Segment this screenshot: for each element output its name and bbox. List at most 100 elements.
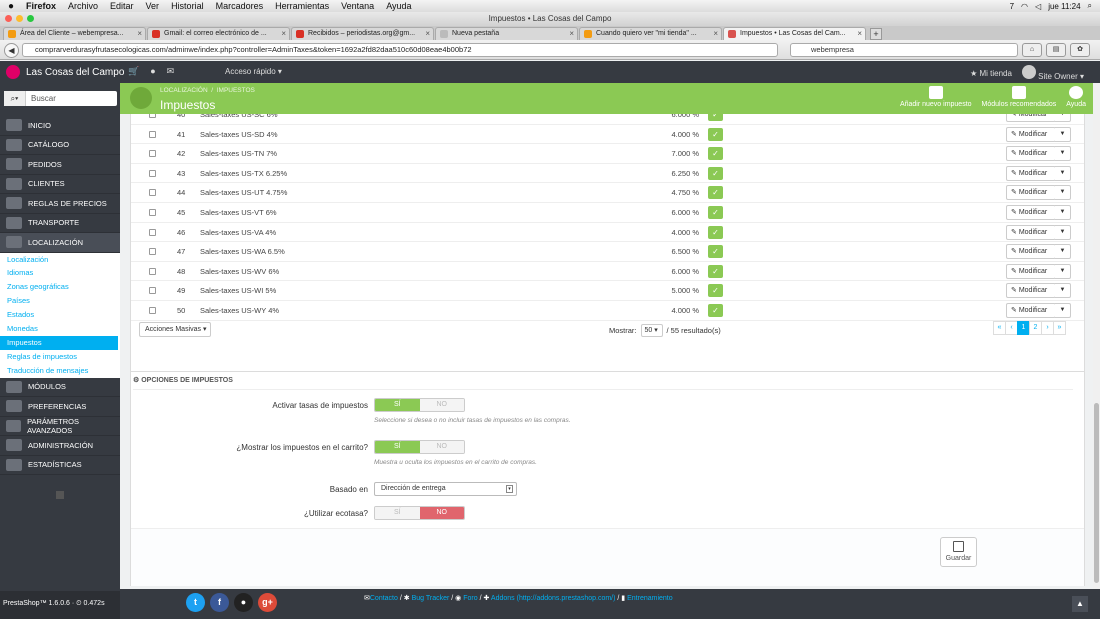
- menu-ver[interactable]: Ver: [146, 1, 160, 11]
- modify-button[interactable]: ✎ Modificar: [1006, 146, 1056, 162]
- sidebar-item[interactable]: REGLAS DE PRECIOS: [0, 194, 120, 214]
- submenu-item[interactable]: Localización: [0, 253, 120, 267]
- display-tax-switch[interactable]: SÍ NO: [374, 440, 465, 454]
- facebook-icon[interactable]: f: [210, 593, 229, 612]
- enabled-check-icon[interactable]: ✓: [708, 147, 723, 161]
- enabled-check-icon[interactable]: ✓: [708, 114, 723, 121]
- per-page-select[interactable]: 50 ▾: [640, 324, 663, 337]
- mail-icon[interactable]: ✉: [167, 66, 175, 77]
- row-checkbox[interactable]: [149, 287, 156, 295]
- enabled-check-icon[interactable]: ✓: [708, 264, 723, 278]
- browser-tab[interactable]: Área del Cliente – webempresa... ×: [3, 27, 146, 40]
- sidebar-item[interactable]: PARÁMETROS AVANZADOS: [0, 417, 120, 437]
- close-window-icon[interactable]: [5, 15, 12, 22]
- bulk-actions-button[interactable]: Acciones Masivas ▾: [139, 322, 211, 337]
- zoom-window-icon[interactable]: [27, 15, 34, 22]
- close-tab-icon[interactable]: ×: [137, 28, 142, 40]
- sidebar-item[interactable]: INICIO: [0, 116, 120, 136]
- row-checkbox[interactable]: [149, 209, 156, 216]
- apple-icon[interactable]: ●: [8, 1, 18, 12]
- row-actions-dropdown[interactable]: ▼: [1055, 224, 1071, 240]
- bug-tracker-link[interactable]: Bug Tracker: [412, 595, 450, 602]
- submenu-item[interactable]: Traducción de mensajes: [0, 364, 120, 378]
- search-icon[interactable]: ⌕▾: [4, 91, 26, 106]
- sidebar-item[interactable]: TRANSPORTE: [0, 214, 120, 233]
- row-actions-dropdown[interactable]: ▼: [1055, 114, 1071, 122]
- enabled-check-icon[interactable]: ✓: [708, 127, 723, 141]
- row-actions-dropdown[interactable]: ▼: [1055, 146, 1071, 162]
- my-shop-link[interactable]: ★ Mi tienda: [970, 69, 1012, 78]
- menu-app[interactable]: Firefox: [26, 1, 56, 11]
- modify-button[interactable]: ✎ Modificar: [1006, 303, 1056, 318]
- sidebar-item[interactable]: MÓDULOS: [0, 378, 120, 398]
- sidebar-item[interactable]: LOCALIZACIÓN: [0, 233, 120, 253]
- enabled-check-icon[interactable]: ✓: [708, 166, 723, 180]
- submenu-item[interactable]: Impuestos: [0, 335, 118, 350]
- modify-button[interactable]: ✎ Modificar: [1006, 224, 1056, 240]
- menu-archivo[interactable]: Archivo: [68, 1, 98, 11]
- row-checkbox[interactable]: [149, 169, 156, 177]
- row-checkbox[interactable]: [149, 248, 156, 256]
- breadcrumb-impuestos[interactable]: IMPUESTOS: [217, 87, 255, 94]
- ecotax-switch[interactable]: SÍ NO: [374, 506, 465, 520]
- sidebar-item[interactable]: ESTADÍSTICAS: [0, 456, 120, 476]
- row-checkbox[interactable]: [149, 130, 156, 138]
- menu-historial[interactable]: Historial: [171, 1, 204, 11]
- menu-herramientas[interactable]: Herramientas: [275, 1, 329, 11]
- page-scrollbar[interactable]: [1093, 83, 1100, 589]
- menu-ayuda[interactable]: Ayuda: [386, 1, 411, 11]
- breadcrumb-localizacion[interactable]: LOCALIZACIÓN: [160, 87, 208, 94]
- save-button[interactable]: Guardar: [940, 537, 977, 567]
- twitter-icon[interactable]: t: [186, 593, 205, 612]
- submenu-item[interactable]: Países: [0, 294, 120, 308]
- modify-button[interactable]: ✎ Modificar: [1006, 114, 1056, 122]
- row-checkbox[interactable]: [149, 150, 156, 158]
- close-tab-icon[interactable]: ×: [713, 28, 718, 40]
- notification-count[interactable]: 7: [1010, 2, 1014, 11]
- close-tab-icon[interactable]: ×: [425, 28, 430, 40]
- wifi-icon[interactable]: ◠: [1021, 2, 1028, 11]
- display-tax-no[interactable]: NO: [419, 441, 464, 453]
- clock[interactable]: jue 11:24: [1048, 2, 1080, 11]
- menu-marcadores[interactable]: Marcadores: [216, 1, 264, 11]
- home-icon[interactable]: ⌂: [1022, 43, 1042, 57]
- row-actions-dropdown[interactable]: ▼: [1055, 283, 1071, 299]
- sidebar-search-input[interactable]: Buscar: [26, 94, 56, 103]
- training-link[interactable]: Entrenamiento: [627, 595, 673, 602]
- submenu-item[interactable]: Zonas geográficas: [0, 280, 120, 294]
- shop-name[interactable]: Las Cosas del Campo: [26, 67, 124, 78]
- submenu-item[interactable]: Estados: [0, 308, 120, 322]
- add-tax-button[interactable]: Añadir nuevo impuesto: [900, 86, 972, 108]
- extension-icon[interactable]: ✿: [1070, 43, 1090, 57]
- sidebar-item[interactable]: PEDIDOS: [0, 155, 120, 175]
- enabled-check-icon[interactable]: ✓: [708, 245, 723, 259]
- new-tab-button[interactable]: +: [870, 28, 882, 40]
- url-bar[interactable]: comprarverdurasyfrutasecologicas.com/adm…: [22, 43, 778, 57]
- prestashop-logo-icon[interactable]: [6, 65, 20, 79]
- browser-search-input[interactable]: webempresa: [790, 43, 1018, 57]
- modify-button[interactable]: ✎ Modificar: [1006, 165, 1056, 181]
- sidebar-item[interactable]: CLIENTES: [0, 175, 120, 194]
- browser-tab[interactable]: Recibidos – periodistas.org@gm... ×: [291, 27, 434, 40]
- modify-button[interactable]: ✎ Modificar: [1006, 244, 1056, 260]
- based-on-select[interactable]: Dirección de entrega ▾: [374, 482, 517, 496]
- close-tab-icon[interactable]: ×: [857, 28, 862, 40]
- menu-editar[interactable]: Editar: [110, 1, 134, 11]
- close-tab-icon[interactable]: ×: [569, 28, 574, 40]
- browser-tab[interactable]: Cuando quiero ver "mi tienda" ... ×: [579, 27, 722, 40]
- browser-tab[interactable]: Impuestos • Las Cosas del Cam... ×: [723, 27, 866, 40]
- help-button[interactable]: Ayuda: [1066, 86, 1086, 108]
- display-tax-yes[interactable]: SÍ: [375, 441, 420, 453]
- modify-button[interactable]: ✎ Modificar: [1006, 263, 1056, 279]
- forum-link[interactable]: Foro: [463, 595, 477, 602]
- row-checkbox[interactable]: [149, 307, 156, 314]
- enabled-check-icon[interactable]: ✓: [708, 304, 723, 317]
- enable-tax-yes[interactable]: SÍ: [375, 399, 420, 411]
- row-actions-dropdown[interactable]: ▼: [1055, 126, 1071, 142]
- close-tab-icon[interactable]: ×: [281, 28, 286, 40]
- submenu-item[interactable]: Idiomas: [0, 266, 120, 280]
- modify-button[interactable]: ✎ Modificar: [1006, 283, 1056, 299]
- row-actions-dropdown[interactable]: ▼: [1055, 185, 1071, 201]
- enabled-check-icon[interactable]: ✓: [708, 225, 723, 239]
- user-icon[interactable]: ●: [150, 66, 155, 77]
